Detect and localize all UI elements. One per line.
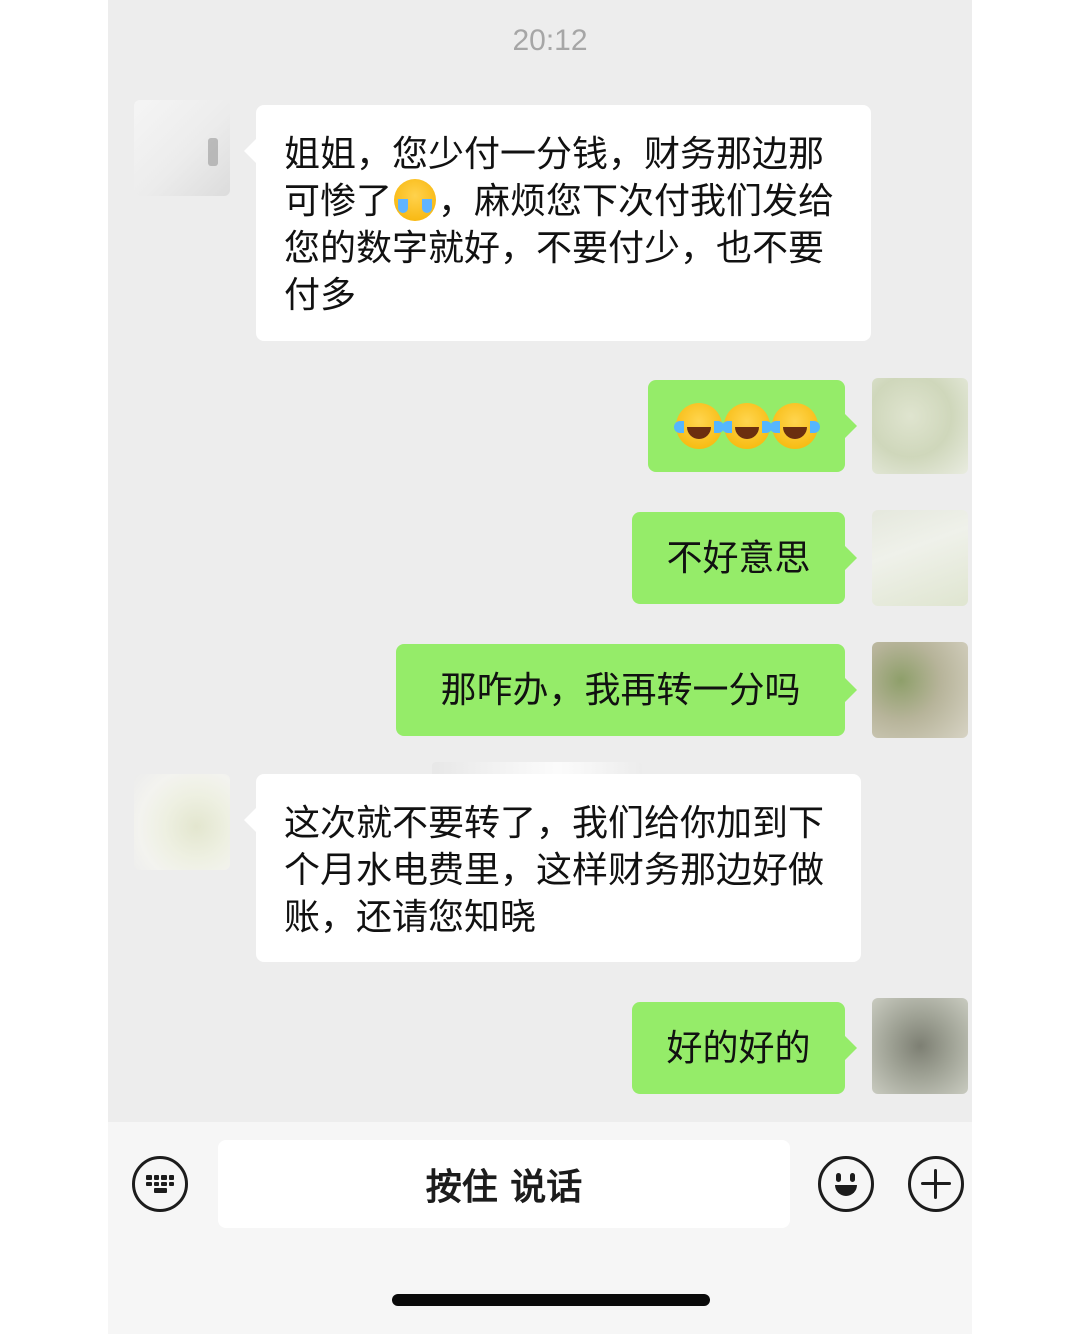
sent-message-bubble[interactable]: 不好意思 [632,512,857,604]
plus-icon[interactable] [908,1156,964,1212]
message-text: 好的好的 [666,1027,811,1069]
my-avatar[interactable] [872,642,968,738]
contact-avatar[interactable] [134,774,230,870]
my-avatar[interactable] [872,378,968,474]
emoji-icon[interactable] [818,1156,874,1212]
message-text: 那咋办，我再转一分吗 [440,669,801,711]
input-bar: 按住 说话 [108,1122,972,1334]
sent-message-bubble[interactable]: 好的好的 [632,1002,857,1094]
home-indicator[interactable] [392,1294,710,1306]
my-avatar[interactable] [872,510,968,606]
received-message-bubble[interactable]: 姐姐，您少付一分钱，财务那边那可惨了 ，麻烦您下次付我们发给您的数字就好，不要付少… [244,105,871,341]
crying-laughing-face-emoji [394,179,437,221]
message-text: 这次就不要转了，我们给你加到下个月水电费里，这样财务那边好做账，还请您知晓 [284,803,825,938]
contact-avatar[interactable] [134,100,230,196]
keyboard-icon[interactable] [132,1156,188,1212]
emoji-group [673,403,820,449]
received-message-bubble[interactable]: 这次就不要转了，我们给你加到下个月水电费里，这样财务那边好做账，还请您知晓 [244,774,861,962]
message-text: 不好意思 [666,537,811,579]
tears-of-joy-emoji [721,403,772,449]
chat-screen: 20:12 姐姐，您少付一分钱，财务那边那可惨了 ，麻烦您下次付我们发给您的数字就… [108,0,972,1334]
tears-of-joy-emoji [673,403,724,449]
sent-message-bubble[interactable] [648,380,857,472]
hold-to-talk-button[interactable]: 按住 说话 [218,1140,790,1228]
my-avatar[interactable] [872,998,968,1094]
tears-of-joy-emoji [769,403,820,449]
sent-message-bubble[interactable]: 那咋办，我再转一分吗 [396,644,857,736]
message-timestamp: 20:12 [512,24,588,57]
